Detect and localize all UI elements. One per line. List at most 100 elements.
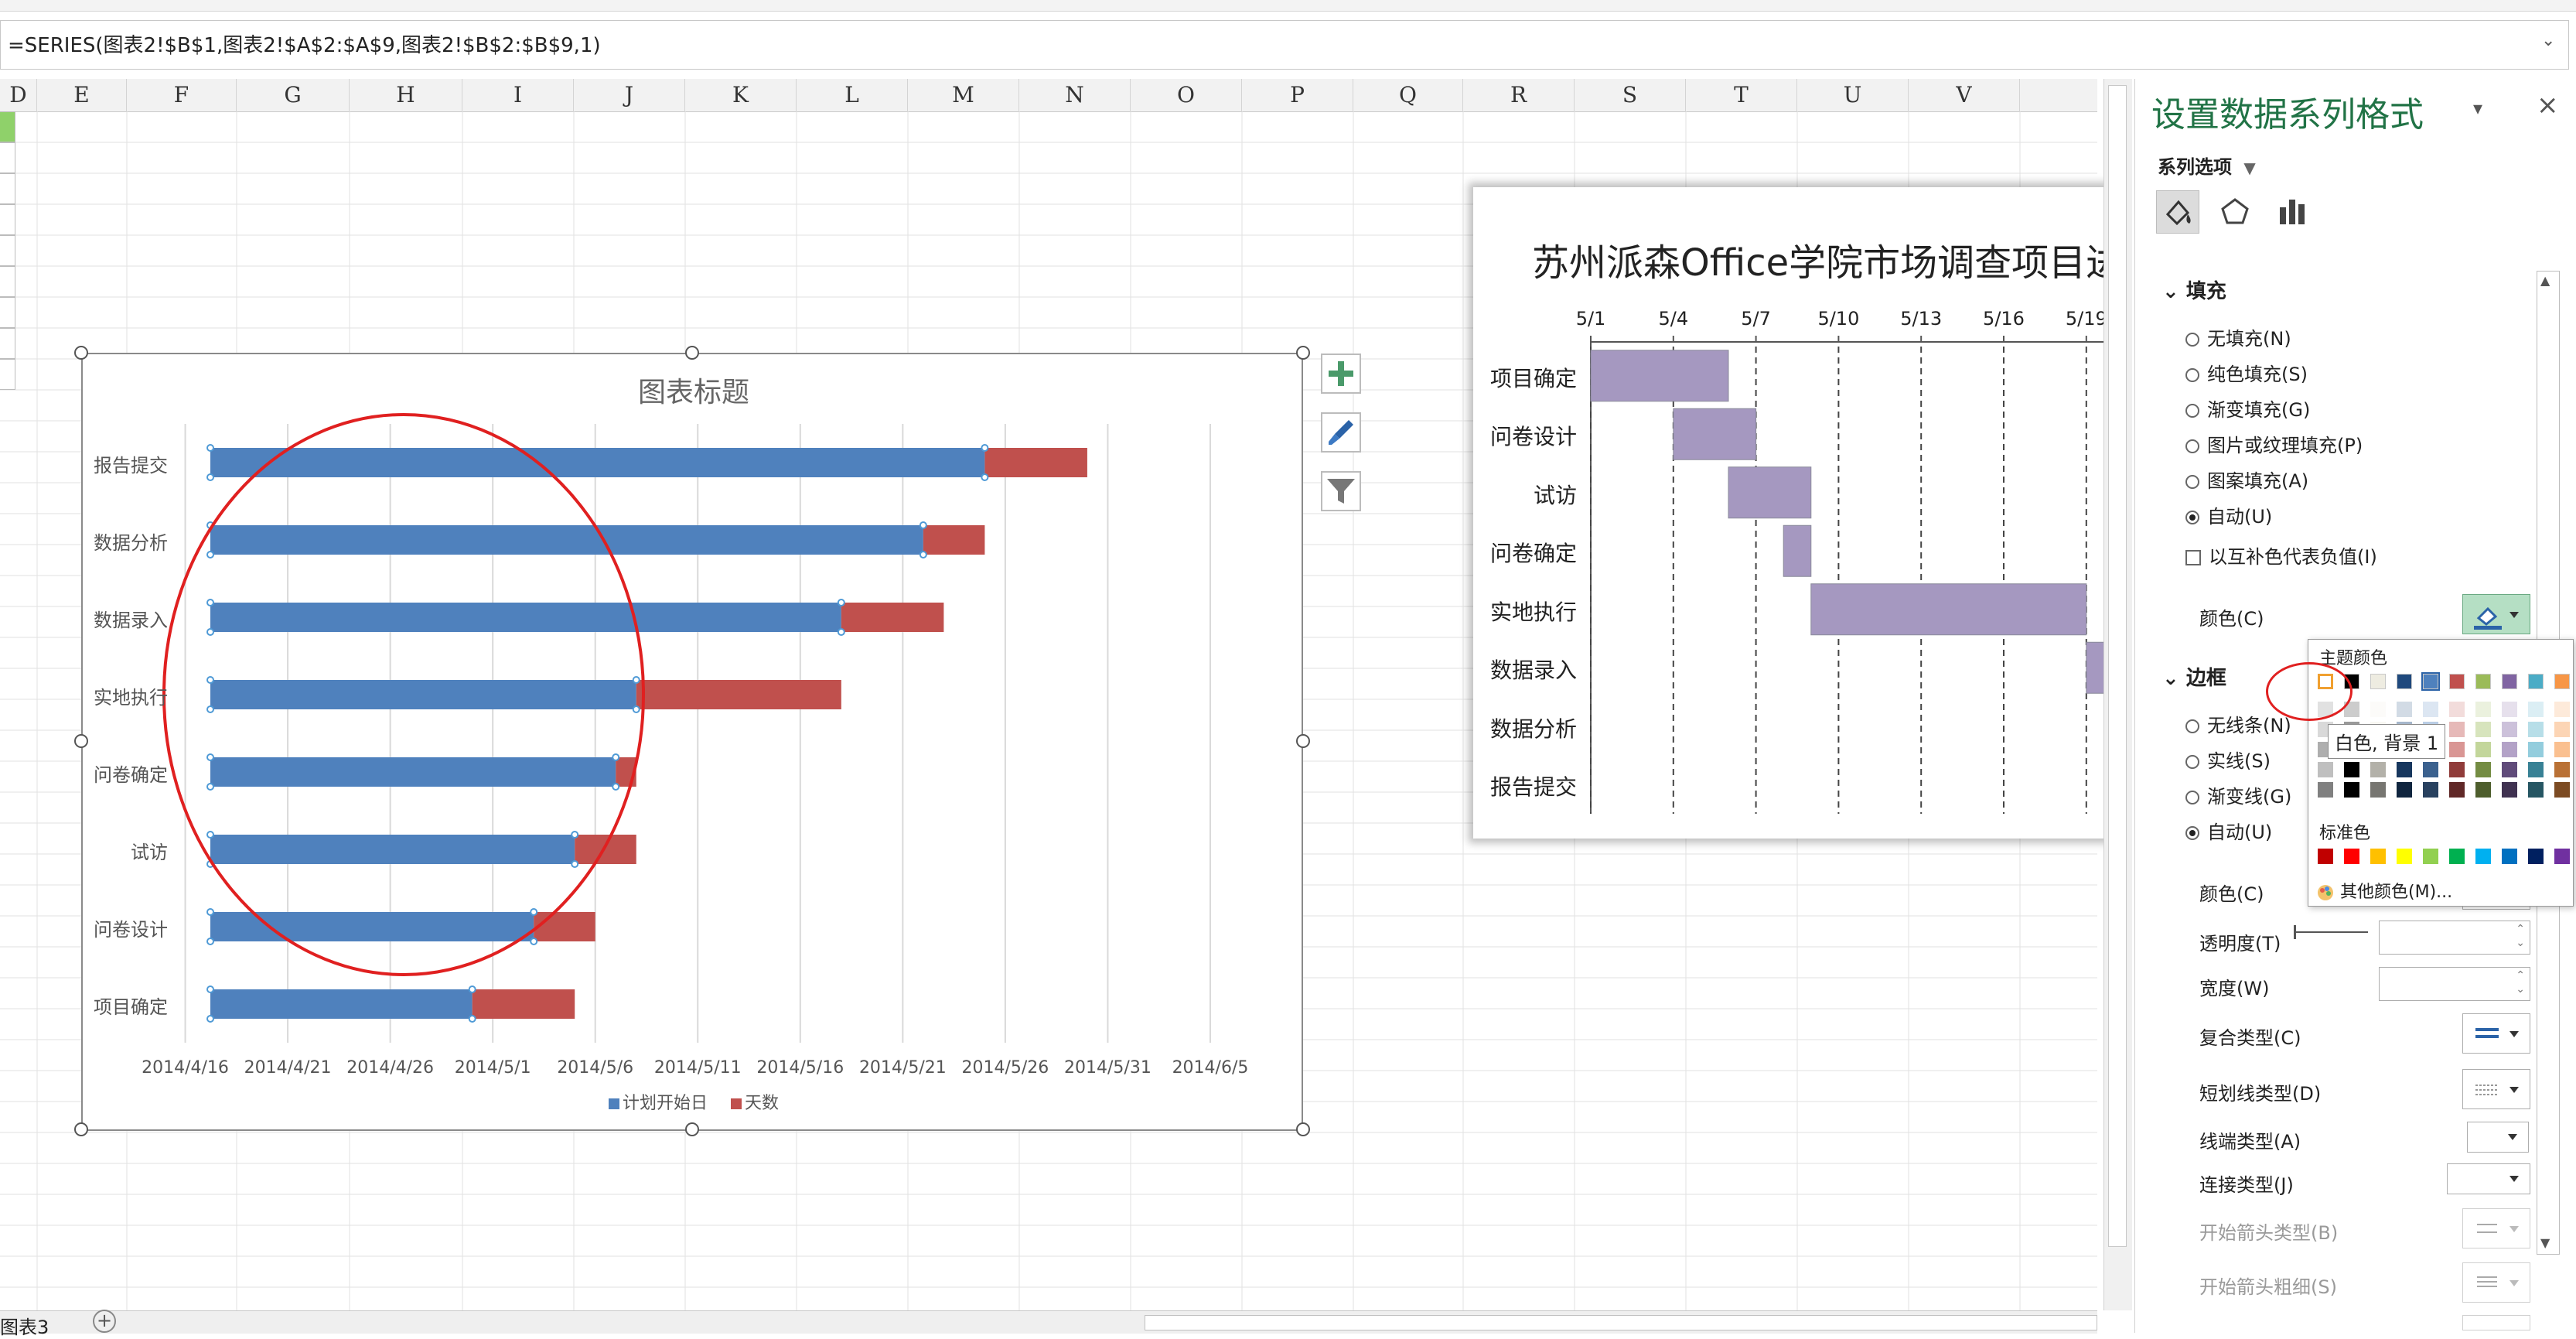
theme-color-tint[interactable] (2554, 702, 2570, 717)
theme-color-swatch[interactable] (2421, 672, 2440, 691)
resize-handle-br[interactable] (1296, 1122, 1310, 1136)
column-header[interactable]: R (1463, 79, 1575, 111)
spinner-up-icon[interactable]: ⌃ (2516, 923, 2525, 935)
theme-color-tint[interactable] (2554, 762, 2570, 777)
standard-color-swatch[interactable] (2502, 849, 2517, 864)
column-header[interactable]: M (908, 79, 1019, 111)
column-header[interactable]: J (574, 79, 685, 111)
formula-text[interactable]: =SERIES(图表2!$B$1,图表2!$A$2:$A$9,图表2!$B$2:… (8, 29, 601, 58)
row-header-cell[interactable] (0, 328, 15, 359)
column-header[interactable]: L (797, 79, 908, 111)
theme-color-swatch[interactable] (2449, 674, 2465, 689)
spinner-up-icon[interactable]: ⌃ (2516, 969, 2525, 982)
column-header[interactable]: E (37, 79, 127, 111)
theme-color-tint[interactable] (2554, 742, 2570, 757)
theme-color-tint[interactable] (2475, 702, 2491, 717)
theme-color-tint[interactable] (2502, 742, 2517, 757)
sheet-horizontal-scrollbar[interactable] (1145, 1315, 2097, 1330)
chart-styles-button[interactable] (1321, 412, 1361, 453)
fill-option-radio[interactable]: 图案填充(A) (2185, 466, 2308, 493)
column-header[interactable]: Q (1353, 79, 1463, 111)
scroll-down-icon[interactable]: ▼ (2540, 1235, 2550, 1250)
scroll-up-icon[interactable]: ▲ (2540, 273, 2550, 288)
chart-elements-button[interactable] (1321, 354, 1361, 394)
theme-color-tint[interactable] (2554, 722, 2570, 737)
border-option-radio[interactable]: 渐变线(G) (2185, 781, 2291, 808)
theme-color-tint[interactable] (2528, 742, 2544, 757)
column-header[interactable]: N (1019, 79, 1131, 111)
begin-arrow-type-dropdown[interactable] (2462, 1208, 2530, 1248)
join-type-dropdown[interactable] (2447, 1163, 2530, 1194)
next-control[interactable] (2462, 1315, 2530, 1330)
standard-color-swatch[interactable] (2528, 849, 2544, 864)
theme-color-swatch[interactable] (2528, 674, 2544, 689)
width-input[interactable]: ⌃ ⌄ (2379, 967, 2530, 1001)
panel-options-chevron-icon[interactable]: ▾ (2473, 97, 2482, 119)
resize-handle-top[interactable] (685, 346, 699, 360)
theme-color-tint[interactable] (2528, 722, 2544, 737)
legend-item-start[interactable]: 计划开始日 (609, 1089, 708, 1114)
column-header[interactable]: I (462, 79, 574, 111)
fill-option-radio[interactable]: 纯色填充(S) (2185, 359, 2308, 386)
theme-color-tint[interactable] (2475, 722, 2491, 737)
theme-color-tint[interactable] (2423, 762, 2438, 777)
row-header-cell[interactable] (0, 204, 15, 235)
row-header-cell[interactable] (0, 173, 15, 204)
theme-color-tint[interactable] (2449, 762, 2465, 777)
add-sheet-icon[interactable]: + (93, 1310, 116, 1333)
standard-color-swatch[interactable] (2318, 849, 2333, 864)
fill-option-radio[interactable]: 渐变填充(G) (2185, 395, 2310, 422)
theme-color-tint[interactable] (2449, 722, 2465, 737)
chart-gantt-final[interactable]: 苏州派森Office学院市场调查项目进 项目确定 问卷设计 试访 问卷确定 实地执行 数据… (1473, 187, 2107, 839)
row-header-cell[interactable] (0, 359, 15, 390)
resize-handle-left[interactable] (74, 734, 88, 748)
border-section-header[interactable]: ⌄ 边框 (2162, 662, 2226, 691)
theme-color-tint[interactable] (2449, 702, 2465, 717)
resize-handle-bottom[interactable] (685, 1122, 699, 1136)
row-header-cell[interactable] (0, 235, 15, 266)
standard-color-swatch[interactable] (2423, 849, 2438, 864)
theme-color-tint[interactable] (2502, 702, 2517, 717)
transparency-slider-thumb[interactable] (2294, 925, 2296, 939)
cap-type-dropdown[interactable] (2467, 1122, 2529, 1153)
theme-color-tint[interactable] (2502, 722, 2517, 737)
effects-tab[interactable] (2213, 190, 2257, 234)
spinner-down-icon[interactable]: ⌄ (2516, 983, 2525, 996)
row-header-cell[interactable] (0, 266, 15, 297)
row-header-cell[interactable] (0, 111, 15, 142)
column-header[interactable]: O (1131, 79, 1242, 111)
fill-option-radio[interactable]: 自动(U) (2185, 501, 2272, 528)
theme-color-swatch[interactable] (2370, 674, 2386, 689)
fill-color-picker-button[interactable] (2462, 594, 2530, 634)
column-header[interactable]: P (1242, 79, 1353, 111)
standard-color-swatch[interactable] (2344, 849, 2359, 864)
transparency-slider[interactable] (2294, 931, 2368, 933)
sheet-tab[interactable]: 图表3 (0, 1312, 49, 1339)
close-icon[interactable]: × (2537, 90, 2559, 121)
theme-color-tint[interactable] (2423, 782, 2438, 798)
dash-type-dropdown[interactable] (2462, 1069, 2530, 1109)
theme-color-tint[interactable] (2370, 782, 2386, 798)
theme-color-tint[interactable] (2423, 702, 2438, 717)
fill-option-radio[interactable]: 图片或纹理填充(P) (2185, 430, 2363, 457)
standard-color-swatch[interactable] (2475, 849, 2491, 864)
theme-color-tint[interactable] (2397, 702, 2412, 717)
column-header[interactable]: V (1909, 79, 2020, 111)
chart-gantt-draft[interactable]: 图表标题 报告提交 数据分析 数据录入 实地执行 问卷确定 试访 问卷设计 项目确定 2014… (81, 353, 1303, 1131)
theme-color-tint[interactable] (2318, 782, 2333, 798)
theme-color-tint[interactable] (2370, 702, 2386, 717)
resize-handle-tr[interactable] (1296, 346, 1310, 360)
theme-color-tint[interactable] (2449, 782, 2465, 798)
row-header-cell[interactable] (0, 142, 15, 173)
resize-handle-right[interactable] (1296, 734, 1310, 748)
border-option-radio[interactable]: 实线(S) (2185, 746, 2271, 773)
theme-color-tint[interactable] (2397, 782, 2412, 798)
theme-color-swatch[interactable] (2502, 674, 2517, 689)
theme-color-tint[interactable] (2528, 702, 2544, 717)
column-header[interactable]: F (127, 79, 237, 111)
chart-plot-area[interactable] (83, 354, 1305, 1132)
standard-color-swatch[interactable] (2397, 849, 2412, 864)
theme-color-swatch[interactable] (2475, 674, 2491, 689)
theme-color-tint[interactable] (2344, 762, 2359, 777)
standard-color-swatch[interactable] (2370, 849, 2386, 864)
